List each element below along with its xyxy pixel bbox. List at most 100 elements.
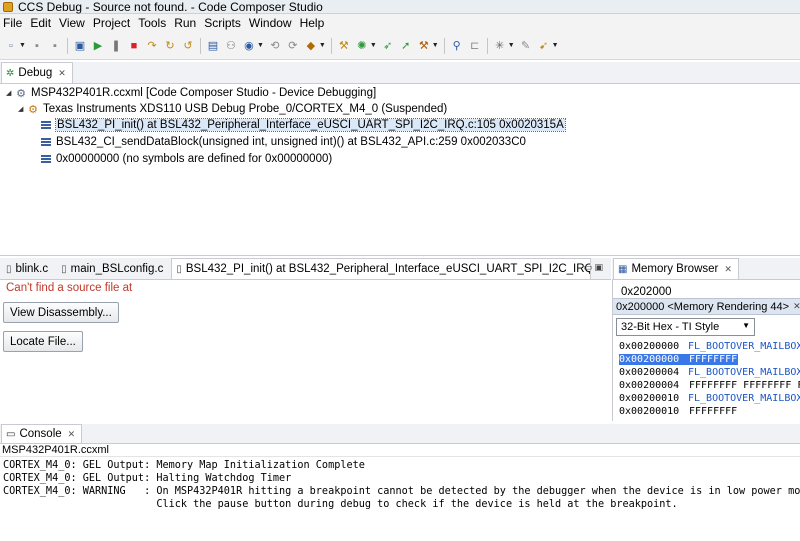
navigate-dropdown-icon[interactable]: ▼ — [552, 42, 559, 49]
console-line: Click the pause button during debug to c… — [3, 499, 678, 510]
reset-dropdown-icon[interactable]: ▼ — [257, 42, 264, 49]
title-bar: CCS Debug - Source not found. - Code Com… — [0, 0, 800, 14]
instruction-step-icon[interactable]: ▤ — [206, 39, 220, 53]
tab-memory-browser[interactable]: ▦ Memory Browser ✕ — [613, 258, 739, 279]
menu-file[interactable]: File — [0, 14, 26, 32]
close-icon[interactable]: ✕ — [58, 68, 66, 79]
stack-frame-label: BSL432_PI_init() at BSL432_Peripheral_In… — [55, 118, 566, 132]
memory-row[interactable]: 0x00200004 FFFFFFFF FFFFFFFF FF — [619, 379, 800, 392]
console-line: CORTEX_M4_0: GEL Output: Halting Watchdo… — [3, 473, 292, 484]
menu-edit[interactable]: Edit — [26, 14, 55, 32]
settings-icon[interactable]: ✳ — [493, 39, 507, 53]
debug-tab-bar: ✲ Debug ✕ — [0, 62, 800, 84]
minimize-maximize-icon[interactable]: ▭ ▣ — [583, 262, 603, 273]
new-icon[interactable]: ▫ — [4, 39, 18, 53]
menu-bar: File Edit View Project Tools Run Scripts… — [0, 14, 800, 32]
step-into-icon[interactable]: ↷ — [145, 39, 159, 53]
tab-console[interactable]: ▭ Console ✕ — [1, 424, 83, 443]
memory-value[interactable]: FFFFFFFF FFFFFFFF FF — [688, 380, 800, 391]
tab-blink-c[interactable]: ▯ blink.c — [1, 258, 56, 279]
restart-icon[interactable]: ⟲ — [268, 39, 282, 53]
memory-row[interactable]: 0x00200004 FL_BOOTOVER_MAILBOX — [619, 366, 800, 379]
menu-view[interactable]: View — [55, 14, 89, 32]
reset-icon[interactable]: ◉ — [242, 39, 256, 53]
save-all-icon[interactable]: ▪ — [48, 39, 62, 53]
tree-row-session[interactable]: ◢ ⚙ MSP432P401R.ccxml [Code Composer Stu… — [6, 85, 376, 101]
step-over-icon[interactable]: ↻ — [163, 39, 177, 53]
memory-address: 0x00200010 — [619, 406, 680, 417]
open-type-icon[interactable]: ⊏ — [468, 39, 482, 53]
memory-value[interactable]: FFFFFFFF — [688, 406, 738, 417]
tools-icon[interactable]: ⚒ — [417, 39, 431, 53]
menu-scripts[interactable]: Scripts — [200, 14, 245, 32]
debug-view-icon[interactable]: ▣ — [73, 39, 87, 53]
memory-row[interactable]: 0x00200010 FL_BOOTOVER_MAILBOX — [619, 392, 800, 405]
c-file-icon: ▯ — [6, 263, 12, 275]
stack-frame-icon — [40, 136, 52, 148]
memory-row[interactable]: 0x00200000 FL_BOOTOVER_MAILBOX — [619, 340, 800, 353]
load-icon[interactable]: ⟳ — [286, 39, 300, 53]
memory-rendering-tab[interactable]: 0x200000 <Memory Rendering 44> ✕ — [613, 298, 800, 315]
memory-address: 0x00200004 — [619, 380, 680, 391]
tab-label: main_BSLconfig.c — [70, 263, 164, 275]
close-icon[interactable]: ✕ — [793, 301, 800, 312]
flash-dropdown-icon[interactable]: ▼ — [319, 42, 326, 49]
debug-tree: ◢ ⚙ MSP432P401R.ccxml [Code Composer Stu… — [0, 84, 800, 256]
memory-tab-label: Memory Browser — [631, 263, 719, 275]
address-input[interactable]: 0x202000 — [617, 286, 672, 298]
resume-icon[interactable]: ▶ — [91, 39, 105, 53]
main-toolbar: ▫ ▼ ▪ ▪ ▣ ▶ ❚ ■ ↷ ↻ ↺ ▤ ⚇ ◉ ▼ ⟲ ⟳ ◆ ▼ ⚒ … — [0, 32, 800, 60]
new-dropdown-icon[interactable]: ▼ — [19, 42, 26, 49]
tree-row-target[interactable]: ◢ ⚙ Texas Instruments XDS110 USB Debug P… — [18, 101, 447, 117]
step-return-icon[interactable]: ↺ — [181, 39, 195, 53]
target-suspended-icon: ⚙ — [28, 103, 38, 116]
close-icon[interactable]: ✕ — [724, 264, 732, 275]
settings-dropdown-icon[interactable]: ▼ — [508, 42, 515, 49]
save-icon[interactable]: ▪ — [30, 39, 44, 53]
suspend-icon[interactable]: ❚ — [109, 39, 123, 53]
tab-main-bslconfig-c[interactable]: ▯ main_BSLconfig.c — [56, 258, 171, 279]
format-value: 32-Bit Hex - TI Style — [621, 321, 720, 333]
menu-run[interactable]: Run — [170, 14, 200, 32]
view-disassembly-button[interactable]: View Disassembly... — [3, 302, 119, 323]
terminate-icon[interactable]: ■ — [127, 39, 141, 53]
memory-symbol: FL_BOOTOVER_MAILBOX — [688, 367, 800, 378]
build-icon[interactable]: ⚒ — [337, 39, 351, 53]
menu-help[interactable]: Help — [296, 14, 329, 32]
memory-row[interactable]: 0x00200010 FFFFFFFF — [619, 405, 738, 418]
stack-frame-0[interactable]: BSL432_PI_init() at BSL432_Peripheral_In… — [40, 117, 566, 133]
tab-source-not-found[interactable]: ▯ BSL432_PI_init() at BSL432_Peripheral_… — [171, 258, 592, 279]
debug-tab-label: Debug — [18, 67, 53, 79]
collapse-triangle-icon[interactable]: ◢ — [6, 89, 15, 97]
chevron-down-icon: ▼ — [742, 321, 750, 330]
console-line: CORTEX_M4_0: WARNING : On MSP432P401R hi… — [3, 486, 800, 497]
target-label: Texas Instruments XDS110 USB Debug Probe… — [43, 103, 448, 115]
close-icon[interactable]: ✕ — [68, 429, 76, 440]
stack-frame-1[interactable]: BSL432_CI_sendDataBlock(unsigned int, un… — [40, 134, 526, 150]
run-icon[interactable]: ➶ — [381, 39, 395, 53]
connect-icon[interactable]: ⚇ — [224, 39, 238, 53]
collapse-triangle-icon[interactable]: ◢ — [18, 105, 27, 113]
menu-window[interactable]: Window — [245, 14, 296, 32]
window-title: CCS Debug - Source not found. - Code Com… — [18, 0, 323, 14]
memory-value[interactable]: FFFFFFFF — [688, 354, 739, 365]
tab-debug[interactable]: ✲ Debug ✕ — [1, 62, 73, 83]
console-tab-label: Console — [19, 428, 62, 440]
flash-icon[interactable]: ◆ — [304, 39, 318, 53]
stack-frame-2[interactable]: 0x00000000 (no symbols are defined for 0… — [40, 151, 332, 167]
locate-file-button[interactable]: Locate File... — [3, 331, 83, 352]
tab-label: blink.c — [15, 263, 49, 275]
external-tools-icon[interactable]: ➚ — [399, 39, 413, 53]
memory-row[interactable]: 0x00200000 FFFFFFFF — [619, 353, 739, 366]
tools-dropdown-icon[interactable]: ▼ — [432, 42, 439, 49]
debug-dropdown-icon[interactable]: ▼ — [370, 42, 377, 49]
menu-tools[interactable]: Tools — [134, 14, 170, 32]
navigate-icon[interactable]: ➹ — [537, 39, 551, 53]
console-tab-bar: ▭ Console ✕ — [0, 424, 800, 444]
console-source: MSP432P401R.ccxml — [0, 444, 800, 457]
format-select[interactable]: 32-Bit Hex - TI Style ▼ — [616, 318, 755, 336]
debug-icon[interactable]: ✺ — [355, 39, 369, 53]
search-icon[interactable]: ⚲ — [450, 39, 464, 53]
menu-project[interactable]: Project — [89, 14, 134, 32]
pin-icon[interactable]: ✎ — [519, 39, 533, 53]
